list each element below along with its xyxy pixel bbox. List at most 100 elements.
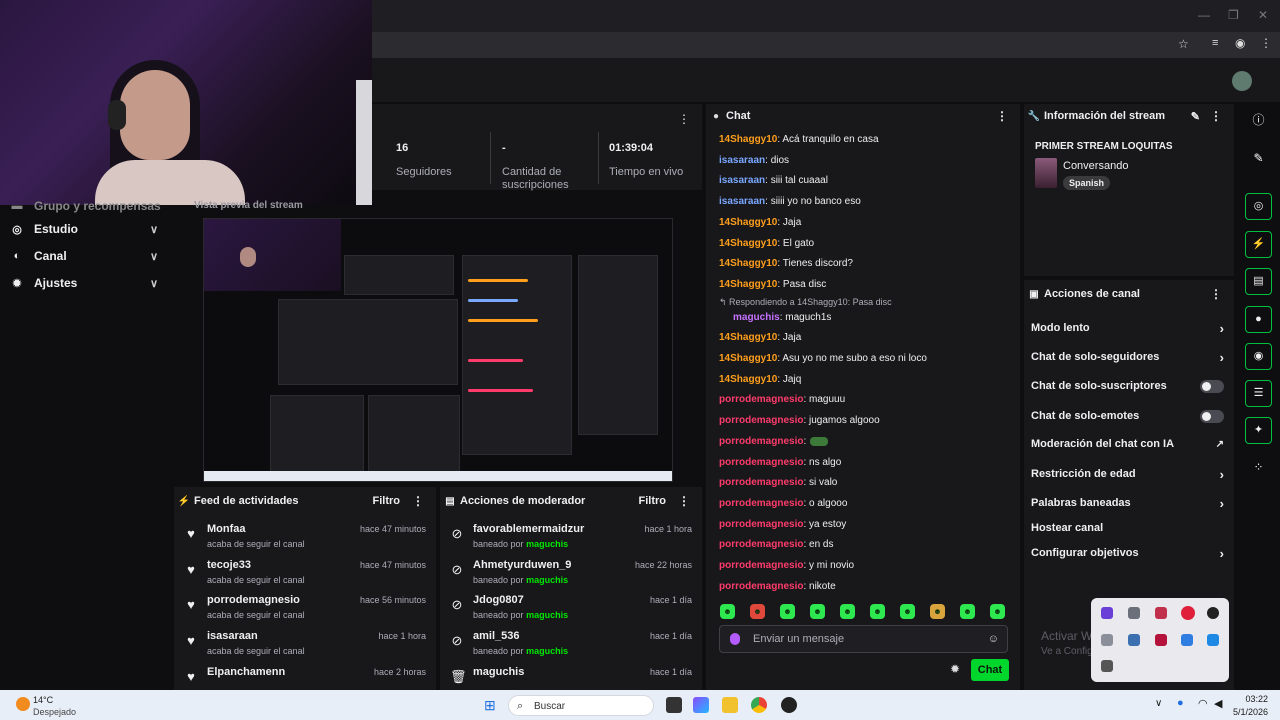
- wifi-icon[interactable]: ◠: [1198, 697, 1208, 710]
- chat-input[interactable]: Enviar un mensaje ☺: [719, 625, 1008, 653]
- action-followers-only[interactable]: Chat de solo-seguidores ›: [1031, 347, 1224, 367]
- kebab-menu-icon[interactable]: ⋮: [678, 112, 690, 126]
- item-name[interactable]: favorablemermaidzur: [473, 523, 584, 535]
- camera-icon[interactable]: ◎: [1245, 193, 1272, 220]
- emote-icon[interactable]: ☻: [780, 604, 795, 619]
- copilot-icon[interactable]: [693, 697, 709, 713]
- info-icon[interactable]: ⓘ: [1245, 107, 1272, 134]
- send-chat-button[interactable]: Chat: [971, 659, 1009, 681]
- action-banned-words[interactable]: Palabras baneadas ›: [1031, 493, 1224, 513]
- minimize-icon[interactable]: —: [1198, 8, 1210, 22]
- close-icon[interactable]: ✕: [1258, 8, 1268, 22]
- emote-icon[interactable]: ☻: [930, 604, 945, 619]
- emote-only-toggle[interactable]: [1200, 409, 1224, 423]
- discord-tray-icon[interactable]: [1128, 607, 1140, 619]
- task-view-icon[interactable]: [666, 697, 682, 713]
- emote-icon[interactable]: ☻: [720, 604, 735, 619]
- chat-username[interactable]: 14Shaggy10: [719, 217, 777, 228]
- sidebar-item-studio[interactable]: ◎ Estudio ∨: [0, 216, 172, 242]
- chat-username[interactable]: porrodemagnesio: [719, 519, 803, 530]
- gear-icon[interactable]: ✹: [950, 662, 960, 676]
- nodes-icon[interactable]: ⁘: [1245, 454, 1272, 481]
- profile-icon[interactable]: ◉: [1235, 36, 1245, 50]
- chat-username[interactable]: porrodemagnesio: [719, 539, 803, 550]
- emote-icon[interactable]: ☻: [840, 604, 855, 619]
- microphone-icon[interactable]: ●: [1177, 697, 1184, 709]
- chat-username[interactable]: 14Shaggy10: [719, 258, 777, 269]
- kebab-menu-icon[interactable]: ⋮: [996, 109, 1008, 123]
- chat-username[interactable]: 14Shaggy10: [719, 332, 777, 343]
- filter-button[interactable]: Filtro: [373, 495, 401, 507]
- item-name[interactable]: isasaraan: [207, 630, 258, 642]
- kebab-menu-icon[interactable]: ⋮: [1210, 287, 1222, 301]
- chrome-icon[interactable]: [751, 697, 767, 713]
- chat-username[interactable]: porrodemagnesio: [719, 436, 803, 447]
- chat-username[interactable]: porrodemagnesio: [719, 581, 803, 592]
- action-host-channel[interactable]: Hostear canal: [1031, 518, 1224, 538]
- emote-icon[interactable]: ☻: [900, 604, 915, 619]
- chat-username[interactable]: isasaraan: [719, 175, 765, 186]
- emote-icon[interactable]: ☻: [960, 604, 975, 619]
- document-icon[interactable]: ▤: [1245, 268, 1272, 295]
- emote-icon[interactable]: ☻: [810, 604, 825, 619]
- category-name[interactable]: Conversando: [1063, 160, 1128, 172]
- pencil-icon[interactable]: ✎: [1245, 145, 1272, 172]
- chat-username[interactable]: 14Shaggy10: [719, 374, 777, 385]
- star-icon[interactable]: ☆: [1178, 37, 1189, 51]
- chat-username[interactable]: porrodemagnesio: [719, 457, 803, 468]
- chat-username[interactable]: 14Shaggy10: [719, 134, 777, 145]
- chat-bubble-icon[interactable]: ●: [1245, 306, 1272, 333]
- kebab-menu-icon[interactable]: ⋮: [412, 494, 424, 508]
- stream-preview[interactable]: [203, 218, 673, 482]
- action-subs-only[interactable]: Chat de solo-suscriptores: [1031, 376, 1224, 396]
- sidebar-item-settings[interactable]: ✹ Ajustes ∨: [0, 270, 172, 296]
- item-name[interactable]: maguchis: [473, 666, 524, 678]
- chat-username[interactable]: 14Shaggy10: [719, 353, 777, 364]
- app-tray-icon[interactable]: [1155, 634, 1167, 646]
- record-tray-icon[interactable]: [1181, 606, 1195, 620]
- wrench-icon[interactable]: ✦: [1245, 417, 1272, 444]
- taskbar-search[interactable]: ⌕ Buscar: [508, 695, 654, 716]
- chat-username[interactable]: 14Shaggy10: [719, 238, 777, 249]
- chat-username[interactable]: maguchis: [733, 312, 780, 323]
- item-name[interactable]: Jdog0807: [473, 594, 524, 606]
- pencil-icon[interactable]: ✎: [1191, 110, 1200, 123]
- emote-icon[interactable]: ☻: [750, 604, 765, 619]
- list-icon[interactable]: ☰: [1245, 380, 1272, 407]
- app-tray-icon[interactable]: [1207, 634, 1219, 646]
- item-name[interactable]: Ahmetyurduwen_9: [473, 559, 571, 571]
- chevron-up-icon[interactable]: ∨: [1155, 698, 1162, 709]
- action-slow-mode[interactable]: Modo lento ›: [1031, 318, 1224, 338]
- clock-date[interactable]: 5/1/2026: [1226, 707, 1268, 717]
- weather-icon[interactable]: [16, 697, 30, 711]
- emote-icon[interactable]: ☻: [990, 604, 1005, 619]
- app-tray-icon[interactable]: [1155, 607, 1167, 619]
- item-name[interactable]: amil_536: [473, 630, 519, 642]
- item-name[interactable]: Elpanchamenn: [207, 666, 285, 678]
- bluetooth-icon[interactable]: [1181, 634, 1193, 646]
- volume-icon[interactable]: ◀: [1214, 697, 1222, 710]
- action-emote-only[interactable]: Chat de solo-emotes: [1031, 406, 1224, 426]
- chat-username[interactable]: porrodemagnesio: [719, 415, 803, 426]
- chat-username[interactable]: 14Shaggy10: [719, 279, 777, 290]
- app-tray-icon[interactable]: [1101, 607, 1113, 619]
- emote-icon[interactable]: ☻: [870, 604, 885, 619]
- chat-username[interactable]: isasaraan: [719, 196, 765, 207]
- chat-username[interactable]: porrodemagnesio: [719, 560, 803, 571]
- emoji-icon[interactable]: ☺: [988, 626, 999, 652]
- windows-start-icon[interactable]: ⊞: [484, 697, 496, 714]
- avatar[interactable]: [1232, 71, 1252, 91]
- hidden-icon[interactable]: [1101, 660, 1113, 672]
- clock-time[interactable]: 03:22: [1232, 694, 1268, 704]
- maximize-icon[interactable]: ❐: [1228, 8, 1239, 22]
- item-name[interactable]: porrodemagnesio: [207, 594, 300, 606]
- filter-button[interactable]: Filtro: [639, 495, 667, 507]
- chat-username[interactable]: porrodemagnesio: [719, 498, 803, 509]
- item-name[interactable]: tecoje33: [207, 559, 251, 571]
- sidebar-item-channel[interactable]: ◐ Canal ∨: [0, 243, 172, 269]
- address-bar[interactable]: ☆ ≡ ◉ ⋮: [372, 32, 1280, 58]
- item-name[interactable]: Monfaa: [207, 523, 246, 535]
- app-tray-icon[interactable]: [1101, 634, 1113, 646]
- obs-icon[interactable]: [781, 697, 797, 713]
- chat-username[interactable]: isasaraan: [719, 155, 765, 166]
